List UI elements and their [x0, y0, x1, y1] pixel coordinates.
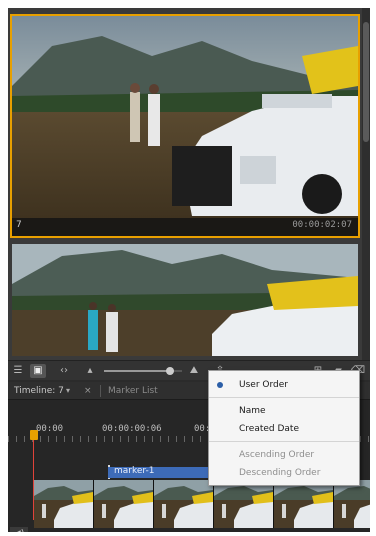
menu-separator [209, 441, 359, 442]
video-track[interactable] [34, 480, 370, 528]
menu-item-name[interactable]: Name [209, 403, 359, 419]
clip-duration: 00:00:02:07 [292, 220, 352, 230]
tab-marker-list[interactable]: Marker List [108, 382, 158, 400]
menu-separator [209, 397, 359, 398]
media-clip-thumbnail[interactable] [12, 244, 358, 356]
tab-timeline[interactable]: Timeline: 7 [14, 382, 64, 400]
project-scrollbar[interactable] [362, 8, 370, 360]
close-icon[interactable]: × [84, 382, 92, 400]
chevron-down-icon[interactable]: ▾ [66, 382, 70, 400]
menu-item-descending-order: Descending Order [209, 465, 359, 481]
ruler-label: 00:00:00:06 [102, 424, 162, 434]
track-frame [214, 480, 273, 528]
track-frame [34, 480, 93, 528]
ruler-label: 00:00 [36, 424, 64, 434]
timeline-marker[interactable]: marker-1 [108, 466, 212, 478]
clip-footer: 7 00:00:02:07 [12, 218, 358, 236]
zoom-slider-handle[interactable] [166, 367, 175, 375]
track-frame [154, 480, 213, 528]
zoom-out-icon[interactable]: ▴ [82, 364, 98, 378]
zoom-in-icon[interactable]: ⛰ [186, 364, 202, 378]
clip-preview-image [12, 16, 358, 236]
menu-item-label: Created Date [239, 424, 299, 434]
list-icon[interactable]: ☰ [10, 364, 26, 378]
grid-icon[interactable]: ▣ [30, 364, 46, 378]
menu-item-user-order[interactable]: User Order [209, 377, 359, 393]
scrollbar-thumb[interactable] [363, 22, 369, 142]
clip-preview-image [12, 244, 358, 356]
speaker-icon[interactable]: ◀) [10, 527, 28, 532]
track-frame [274, 480, 333, 528]
selected-indicator-icon [217, 382, 223, 388]
marker-label: marker-1 [114, 466, 155, 476]
track-frame [334, 480, 370, 528]
menu-item-ascending-order: Ascending Order [209, 447, 359, 463]
menu-item-label: User Order [239, 380, 288, 390]
zoom-slider-fill [104, 370, 171, 372]
clip-name: 7 [16, 220, 22, 230]
zoom-slider[interactable] [104, 367, 182, 375]
menu-item-label: Ascending Order [239, 450, 315, 460]
tab-divider [100, 385, 101, 397]
fit-icon[interactable]: ‹› [56, 364, 72, 378]
menu-item-label: Descending Order [239, 468, 321, 478]
project-panel: 7 00:00:02:07 [8, 8, 370, 360]
menu-item-created-date[interactable]: Created Date [209, 421, 359, 437]
menu-item-label: Name [239, 406, 266, 416]
playhead-handle[interactable] [30, 430, 38, 440]
sort-menu: User Order Name Created Date Ascending O… [208, 370, 360, 486]
media-clip-thumbnail[interactable]: 7 00:00:02:07 [10, 14, 360, 238]
track-frame [94, 480, 153, 528]
